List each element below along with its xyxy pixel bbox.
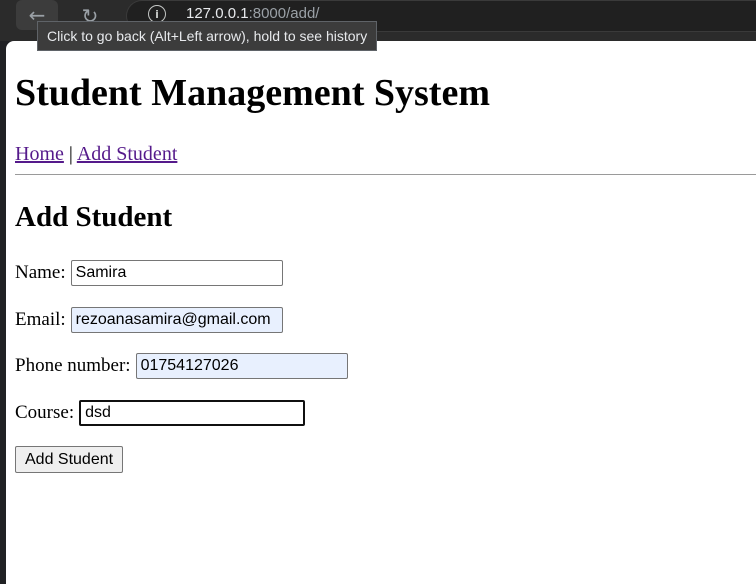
phone-row: Phone number:	[15, 353, 348, 379]
name-row: Name:	[15, 260, 283, 286]
back-button-tooltip: Click to go back (Alt+Left arrow), hold …	[37, 21, 378, 51]
add-student-button[interactable]: Add Student	[15, 446, 124, 473]
course-field[interactable]	[79, 400, 306, 426]
nav-add-student-link[interactable]: Add Student	[77, 143, 178, 165]
page-title: Student Management System	[15, 72, 490, 114]
form-heading: Add Student	[15, 201, 173, 233]
nav-separator: |	[68, 143, 73, 165]
email-field[interactable]	[70, 307, 283, 333]
name-field[interactable]	[70, 260, 283, 286]
email-label: Email:	[15, 309, 66, 330]
nav-links: Home | Add Student	[15, 143, 177, 166]
nav-home-link[interactable]: Home	[15, 143, 64, 165]
phone-field[interactable]	[135, 353, 348, 379]
name-label: Name:	[15, 262, 66, 283]
course-label: Course:	[15, 402, 75, 423]
url-host: 127.0.0.1	[186, 5, 249, 22]
url-text[interactable]: 127.0.0.1:8000/add/	[186, 5, 319, 22]
page-viewport: Student Management System Home | Add Stu…	[6, 41, 756, 584]
divider	[15, 174, 756, 175]
email-row: Email:	[15, 307, 283, 333]
phone-label: Phone number:	[15, 355, 131, 376]
course-row: Course:	[15, 400, 306, 426]
url-path: :8000/add/	[248, 5, 320, 22]
